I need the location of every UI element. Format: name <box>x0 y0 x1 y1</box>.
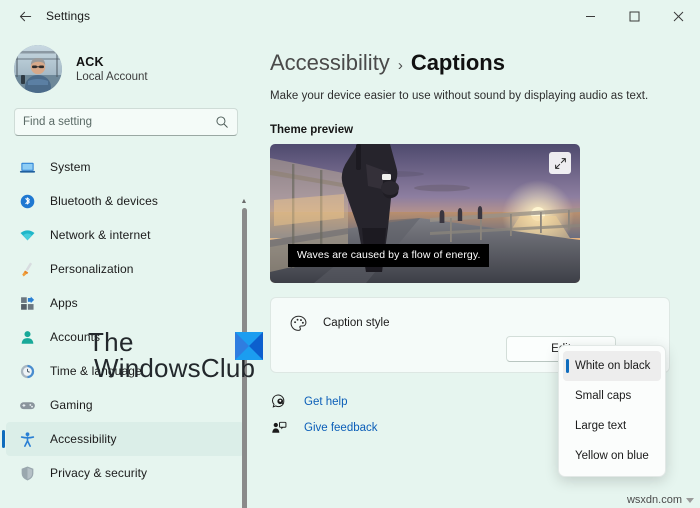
breadcrumb: Accessibility › Captions <box>270 50 688 76</box>
dropdown-option-label: Large text <box>575 420 627 432</box>
caret-down-icon <box>686 497 694 503</box>
profile-name: ACK <box>76 55 104 69</box>
corner-watermark-text: wsxdn.com <box>626 494 682 506</box>
sidebar-scrollbar[interactable]: ▲ ▼ <box>238 198 250 508</box>
corner-watermark: wsxdn.com <box>627 494 694 506</box>
feedback-icon <box>270 419 288 437</box>
window-title: Settings <box>46 9 91 23</box>
sidebar-item-label: System <box>50 160 91 174</box>
minimize-button[interactable] <box>568 0 612 32</box>
caption-style-label: Caption style <box>323 317 390 329</box>
expand-preview-button[interactable] <box>549 152 571 174</box>
page-title: Captions <box>410 50 505 75</box>
search-wrapper <box>14 108 238 136</box>
sidebar-item-network-internet[interactable]: Network & internet <box>6 218 244 252</box>
sidebar-item-label: Gaming <box>50 398 93 412</box>
window-controls <box>568 0 700 32</box>
get-help-label[interactable]: Get help <box>304 396 347 408</box>
caption-style-row: Caption style <box>287 312 653 334</box>
maximize-button[interactable] <box>612 0 656 32</box>
sidebar-item-personalization[interactable]: Personalization <box>6 252 244 286</box>
sidebar-item-privacy-security[interactable]: Privacy & security <box>6 456 244 490</box>
sidebar-item-system[interactable]: System <box>6 150 244 184</box>
search-icon <box>216 116 228 128</box>
dropdown-option-label: Small caps <box>575 390 632 402</box>
close-icon <box>673 11 683 21</box>
palette-icon <box>287 312 309 334</box>
sidebar-item-label: Network & internet <box>50 228 151 242</box>
sidebar-item-accessibility[interactable]: Accessibility <box>2 422 244 456</box>
breadcrumb-parent[interactable]: Accessibility <box>270 50 390 76</box>
help-icon <box>270 393 288 411</box>
sidebar-item-label: Accounts <box>50 330 101 344</box>
avatar <box>14 45 62 93</box>
sidebar-item-accounts[interactable]: Accounts <box>6 320 244 354</box>
caption-style-dropdown-menu: White on black Small caps Large text Yel… <box>558 345 666 477</box>
back-arrow-icon <box>19 11 31 21</box>
sidebar-item-label: Apps <box>50 296 78 310</box>
dropdown-option-small-caps[interactable]: Small caps <box>563 381 661 411</box>
give-feedback-label[interactable]: Give feedback <box>304 422 378 434</box>
wifi-icon <box>18 226 36 244</box>
shield-icon <box>18 464 36 482</box>
dropdown-option-label: Yellow on blue <box>575 450 649 462</box>
sidebar-item-label: Personalization <box>50 262 134 276</box>
sidebar-item-label: Accessibility <box>50 432 117 446</box>
selection-indicator <box>2 430 5 448</box>
theme-preview-label: Theme preview <box>270 124 354 136</box>
sidebar-item-apps[interactable]: Apps <box>6 286 244 320</box>
sidebar: ACK Local Account Find a setting System … <box>0 32 252 508</box>
avatar-photo <box>14 45 62 93</box>
sidebar-item-time-language[interactable]: Time & language <box>6 354 244 388</box>
profile-account-type: Local Account <box>76 71 148 83</box>
maximize-icon <box>629 11 639 21</box>
dropdown-option-large-text[interactable]: Large text <box>563 411 661 441</box>
page-subtitle: Make your device easier to use without s… <box>270 90 649 102</box>
paintbrush-icon <box>18 260 36 278</box>
dropdown-option-yellow-on-blue[interactable]: Yellow on blue <box>563 441 661 471</box>
gamepad-icon <box>18 396 36 414</box>
scrollbar-track[interactable] <box>238 208 250 508</box>
sidebar-item-label: Time & language <box>50 364 142 378</box>
accessibility-icon <box>18 430 36 448</box>
sidebar-item-bluetooth-devices[interactable]: Bluetooth & devices <box>6 184 244 218</box>
search-box[interactable] <box>14 108 238 136</box>
theme-preview-image[interactable]: Waves are caused by a flow of energy. <box>270 144 580 283</box>
bluetooth-icon <box>18 192 36 210</box>
dropdown-option-label: White on black <box>575 360 651 372</box>
search-input[interactable] <box>23 116 215 128</box>
user-profile[interactable]: ACK Local Account <box>0 32 252 94</box>
scroll-up-icon[interactable]: ▲ <box>241 198 248 208</box>
sidebar-item-label: Bluetooth & devices <box>50 194 158 208</box>
minimize-icon <box>585 15 595 17</box>
close-button[interactable] <box>656 0 700 32</box>
selection-indicator <box>566 359 569 373</box>
person-icon <box>18 328 36 346</box>
sidebar-item-label: Privacy & security <box>50 466 148 480</box>
breadcrumb-separator: › <box>397 57 403 74</box>
clock-icon <box>18 362 36 380</box>
dropdown-option-white-on-black[interactable]: White on black <box>563 351 661 381</box>
profile-text: ACK Local Account <box>76 55 148 83</box>
sidebar-nav: System Bluetooth & devices Network & int… <box>0 150 252 498</box>
back-button[interactable] <box>10 3 40 29</box>
apps-icon <box>18 294 36 312</box>
settings-window: Settings ACK Local Account Find a settin… <box>0 0 700 508</box>
title-bar: Settings <box>0 0 700 32</box>
laptop-icon <box>18 158 36 176</box>
scrollbar-thumb[interactable] <box>242 208 247 508</box>
sidebar-item-gaming[interactable]: Gaming <box>6 388 244 422</box>
caption-overlay-text: Waves are caused by a flow of energy. <box>288 244 490 267</box>
expand-diagonal-icon <box>554 157 566 169</box>
